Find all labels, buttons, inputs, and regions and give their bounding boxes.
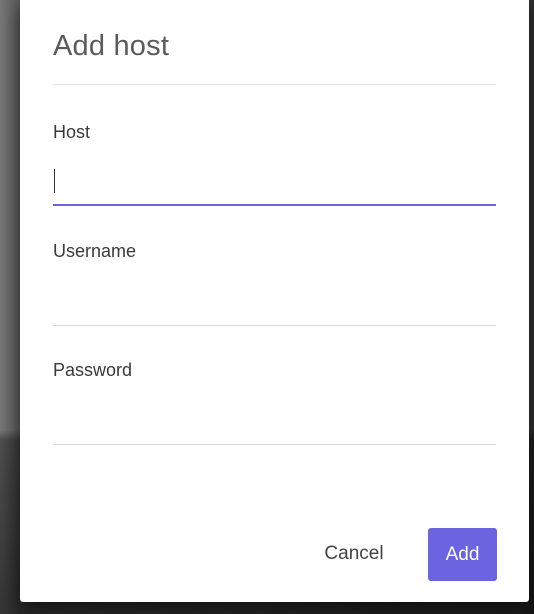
host-label: Host [53,122,91,142]
username-input[interactable] [53,285,496,319]
host-input-underline [53,204,496,206]
host-field: Host [53,122,496,208]
username-field: Username [53,241,496,327]
password-input-underline [53,444,496,445]
password-field: Password [53,360,496,446]
username-label: Username [53,241,137,261]
title-divider [53,84,496,85]
add-host-dialog: Add host Host Username Password Cancel A… [20,0,529,602]
username-input-underline [53,325,496,326]
password-input[interactable] [53,404,496,438]
host-input[interactable] [53,166,496,200]
add-button[interactable]: Add [428,528,497,581]
cancel-button[interactable]: Cancel [312,531,396,577]
dialog-title: Add host [53,30,170,62]
text-caret [54,169,55,193]
password-label: Password [53,360,133,380]
